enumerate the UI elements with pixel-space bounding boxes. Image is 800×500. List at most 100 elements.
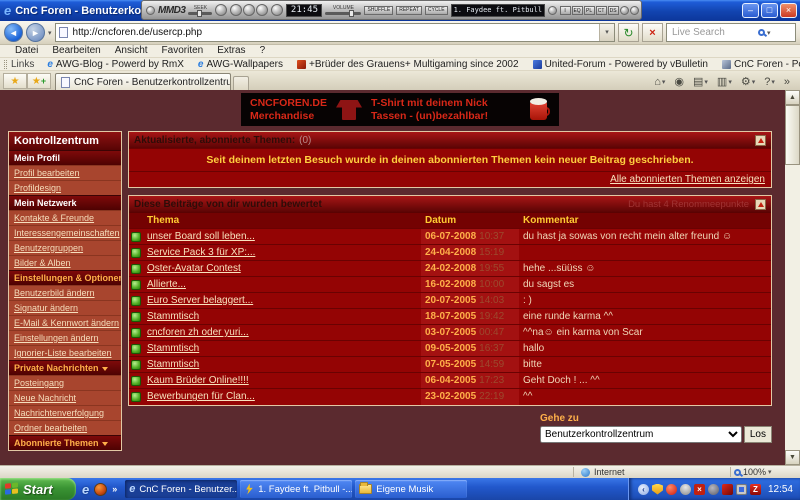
tools-button[interactable]: ⚙▾ (738, 75, 758, 88)
taskbar-clock[interactable]: 12:54 (768, 484, 793, 495)
favorites-button[interactable]: ★ (3, 73, 27, 89)
seek-slider[interactable] (188, 12, 212, 15)
zoom-control[interactable]: 100% ▾ (734, 467, 800, 477)
thread-link[interactable]: Allierte... (147, 279, 186, 290)
scroll-down-button[interactable]: ▼ (785, 450, 800, 465)
show-all-subscribed-link[interactable]: Alle abonnierten Themen anzeigen (610, 174, 765, 185)
volume-muted-icon[interactable]: × (694, 484, 705, 495)
ds-button[interactable]: DS (608, 6, 619, 15)
play-button[interactable] (243, 4, 255, 16)
address-field[interactable]: ▾ (55, 23, 615, 42)
updates-icon[interactable] (708, 484, 719, 495)
back-button[interactable]: ◄ (4, 23, 23, 42)
display-settings-icon[interactable] (736, 484, 747, 495)
task-button-eigene-musik[interactable]: Eigene Musik (355, 480, 467, 498)
start-button[interactable]: Start (0, 478, 76, 500)
quicklaunch-internet-explorer-icon[interactable]: e (82, 482, 89, 497)
sidebar-item-interessengemeinschaften[interactable]: Interessengemeinschaften (9, 225, 121, 240)
quicklaunch-overflow-button[interactable]: » (112, 484, 117, 494)
player-dock-button[interactable] (146, 6, 155, 15)
link-brueder-des-grauens[interactable]: +Brüder des Grauens+ Multigaming since 2… (290, 59, 526, 70)
sidebar-item-benutzerbild-aendern[interactable]: Benutzerbild ändern (9, 285, 121, 300)
messenger-user-icon[interactable] (680, 484, 691, 495)
sidebar-item-bilder-alben[interactable]: Bilder & Alben (9, 255, 121, 270)
stop-button[interactable]: × (642, 23, 663, 42)
merchandise-banner[interactable]: CNCFOREN.DE Merchandise T-Shirt mit dein… (241, 93, 559, 126)
link-united-forum[interactable]: United-Forum - Powered by vBulletin (526, 59, 715, 70)
eject-button[interactable] (215, 4, 227, 16)
search-input[interactable] (670, 26, 756, 39)
toolbar-overflow-button[interactable]: » (781, 76, 793, 88)
menu-bearbeiten[interactable]: Bearbeiten (45, 45, 107, 57)
sidebar-item-kontakte-freunde[interactable]: Kontakte & Freunde (9, 210, 121, 225)
menu-ansicht[interactable]: Ansicht (108, 45, 155, 57)
close-button[interactable]: × (780, 3, 797, 18)
feeds-button[interactable]: ◉ (671, 75, 687, 88)
history-dropdown-icon[interactable]: ▾ (48, 29, 52, 37)
tray-collapse-icon[interactable]: ‹ (638, 484, 649, 495)
search-box[interactable]: ▾ (666, 23, 796, 42)
thread-link[interactable]: Oster-Avatar Contest (147, 263, 241, 274)
repeat-toggle[interactable]: REPEAT (396, 6, 422, 15)
player-close-button[interactable] (630, 6, 639, 15)
refresh-button[interactable]: ↻ (618, 23, 639, 42)
link-awg-blog[interactable]: eAWG-Blog - Powerd by RmX (40, 59, 191, 70)
sidebar-item-benutzergruppen[interactable]: Benutzergruppen (9, 240, 121, 255)
menu-help[interactable]: ? (253, 45, 273, 57)
cycle-toggle[interactable]: CYCLE (425, 6, 448, 15)
maximize-button[interactable]: □ (761, 3, 778, 18)
menu-extras[interactable]: Extras (210, 45, 252, 57)
vertical-scrollbar[interactable]: ▲ ▼ (785, 90, 800, 465)
graphics-driver-icon[interactable] (722, 484, 733, 495)
player-minimize-button[interactable] (620, 6, 629, 15)
sidebar-item-nachrichtenverfolgung[interactable]: Nachrichtenverfolgung (9, 405, 121, 420)
thread-link[interactable]: Kaum Brüder Online!!!! (147, 375, 249, 386)
sidebar-item-neue-nachricht[interactable]: Neue Nachricht (9, 390, 121, 405)
thread-link[interactable]: Service Pack 3 für XP:... (147, 247, 255, 258)
home-button[interactable]: ⌂▾ (651, 76, 668, 88)
sidebar-section-private-nachrichten[interactable]: Private Nachrichten (9, 360, 121, 375)
page-menu-button[interactable]: ▥▾ (714, 75, 735, 88)
print-button[interactable]: ▤▾ (690, 75, 711, 88)
link-awg-wallpapers[interactable]: eAWG-Wallpapers (191, 59, 290, 70)
collapse-panel-button[interactable] (755, 135, 766, 146)
forum-jump-select[interactable]: Benutzerkontrollzentrum (540, 426, 742, 443)
new-tab-button[interactable] (233, 76, 249, 90)
antivirus-icon[interactable] (666, 484, 677, 495)
sidebar-section-abonnierte-themen[interactable]: Abonnierte Themen (9, 435, 121, 450)
sidebar-item-posteingang[interactable]: Posteingang (9, 375, 121, 390)
volume-slider[interactable] (325, 12, 361, 15)
task-button-winamp[interactable]: 1. Faydee ft. Pitbull -... (240, 480, 352, 498)
stop-playback-button[interactable] (271, 4, 283, 16)
player-info-button[interactable]: I (560, 6, 571, 15)
scrollbar-thumb[interactable] (785, 105, 800, 165)
sidebar-item-profildesign[interactable]: Profildesign (9, 180, 121, 195)
search-icon[interactable] (758, 29, 765, 36)
tab-cnc-foren[interactable]: CnC Foren - Benutzerkontrollzentrum (55, 73, 231, 90)
firewall-icon[interactable]: Z (750, 484, 761, 495)
url-dropdown-icon[interactable]: ▾ (599, 24, 614, 41)
menu-datei[interactable]: Datei (8, 45, 45, 57)
sidebar-item-einstellungen-aendern[interactable]: Einstellungen ändern (9, 330, 121, 345)
previous-button[interactable] (230, 4, 242, 16)
minimize-button[interactable]: – (742, 3, 759, 18)
ct-button[interactable]: CT (596, 6, 607, 15)
sidebar-item-ignorier-liste[interactable]: Ignorier-Liste bearbeiten (9, 345, 121, 360)
thread-link[interactable]: cncforen zh oder yuri... (147, 327, 249, 338)
add-favorite-button[interactable]: ★+ (27, 73, 51, 89)
thread-link[interactable]: Stammtisch (147, 359, 199, 370)
forward-button[interactable]: ► (26, 23, 45, 42)
shuffle-toggle[interactable]: SHUFFLE (364, 6, 393, 15)
task-button-cnc-foren[interactable]: e CnC Foren - Benutzer... (125, 480, 237, 498)
help-button[interactable]: ?▾ (761, 76, 778, 88)
collapse-panel-button[interactable] (755, 199, 766, 210)
search-dropdown-icon[interactable]: ▾ (767, 29, 771, 37)
thread-link[interactable]: Stammtisch (147, 343, 199, 354)
zoom-dropdown-icon[interactable]: ▾ (768, 468, 772, 476)
pause-button[interactable] (256, 4, 268, 16)
thread-link[interactable]: unser Board soll leben... (147, 231, 255, 242)
link-cnc-foren[interactable]: CnC Foren - Powered by vBulletin (715, 59, 800, 70)
equalizer-button[interactable]: EQ (572, 6, 583, 15)
thread-link[interactable]: Euro Server belaggert... (147, 295, 253, 306)
thread-link[interactable]: Stammtisch (147, 311, 199, 322)
